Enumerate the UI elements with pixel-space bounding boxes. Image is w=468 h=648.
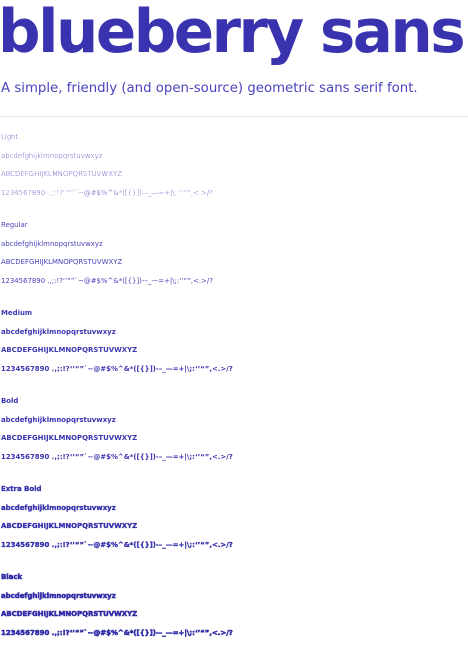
- digits-punctuation-sample: 1234567890 .,;:!?‘’“”`~@#$%^&*([{}])-–_—…: [1, 540, 233, 549]
- weight-heading: Black: [1, 573, 23, 582]
- weight-heading: Regular: [1, 221, 28, 229]
- weight-sample-extra-bold: Extra Bold abcdefghijklmnopqrstuvwxyz AB…: [1, 480, 461, 554]
- page-subtitle: A simple, friendly (and open-source) geo…: [1, 81, 418, 96]
- weight-sample-black: Black abcdefghijklmnopqrstuvwxyz ABCDEFG…: [1, 568, 461, 642]
- uppercase-sample: ABCDEFGHIJKLMNOPQRSTUVWXYZ: [1, 434, 138, 442]
- weight-heading: Light: [1, 133, 19, 141]
- weight-heading: Bold: [1, 397, 19, 405]
- uppercase-sample: ABCDEFGHIJKLMNOPQRSTUVWXYZ: [1, 522, 138, 530]
- digits-punctuation-sample: 1234567890 .,;:!?‘’“”`~@#$%^&*([{}])-–_—…: [1, 188, 213, 197]
- lowercase-sample: abcdefghijklmnopqrstuvwxyz: [1, 327, 116, 336]
- weight-sample-medium: Medium abcdefghijklmnopqrstuvwxyz ABCDEF…: [1, 304, 461, 378]
- weight-heading: Medium: [1, 309, 33, 317]
- digits-punctuation-sample: 1234567890 .,;:!?‘’“”`~@#$%^&*([{}])-–_—…: [1, 628, 233, 637]
- weight-heading: Extra Bold: [1, 485, 42, 493]
- lowercase-sample: abcdefghijklmnopqrstuvwxyz: [1, 239, 103, 248]
- lowercase-sample: abcdefghijklmnopqrstuvwxyz: [1, 151, 103, 160]
- digits-punctuation-sample: 1234567890 .,;:!?‘’“”`~@#$%^&*([{}])-–_—…: [1, 364, 233, 373]
- uppercase-sample: ABCDEFGHIJKLMNOPQRSTUVWXYZ: [1, 346, 138, 354]
- lowercase-sample: abcdefghijklmnopqrstuvwxyz: [1, 503, 116, 512]
- weight-sample-bold: Bold abcdefghijklmnopqrstuvwxyz ABCDEFGH…: [1, 392, 461, 466]
- digits-punctuation-sample: 1234567890 .,;:!?‘’“”`~@#$%^&*([{}])-–_—…: [1, 276, 213, 285]
- digits-punctuation-sample: 1234567890 .,;:!?‘’“”`~@#$%^&*([{}])-–_—…: [1, 452, 233, 461]
- header-divider: [0, 116, 468, 117]
- page-title: blueberry sans: [0, 0, 466, 67]
- uppercase-sample: ABCDEFGHIJKLMNOPQRSTUVWXYZ: [1, 170, 122, 178]
- uppercase-sample: ABCDEFGHIJKLMNOPQRSTUVWXYZ: [1, 610, 138, 619]
- lowercase-sample: abcdefghijklmnopqrstuvwxyz: [1, 415, 116, 424]
- weight-sample-light: Light abcdefghijklmnopqrstuvwxyz ABCDEFG…: [1, 128, 461, 202]
- weight-sample-regular: Regular abcdefghijklmnopqrstuvwxyz ABCDE…: [1, 216, 461, 290]
- uppercase-sample: ABCDEFGHIJKLMNOPQRSTUVWXYZ: [1, 258, 123, 266]
- font-specimen-page: blueberry sans A simple, friendly (and o…: [0, 0, 468, 648]
- lowercase-sample: abcdefghijklmnopqrstuvwxyz: [1, 591, 116, 600]
